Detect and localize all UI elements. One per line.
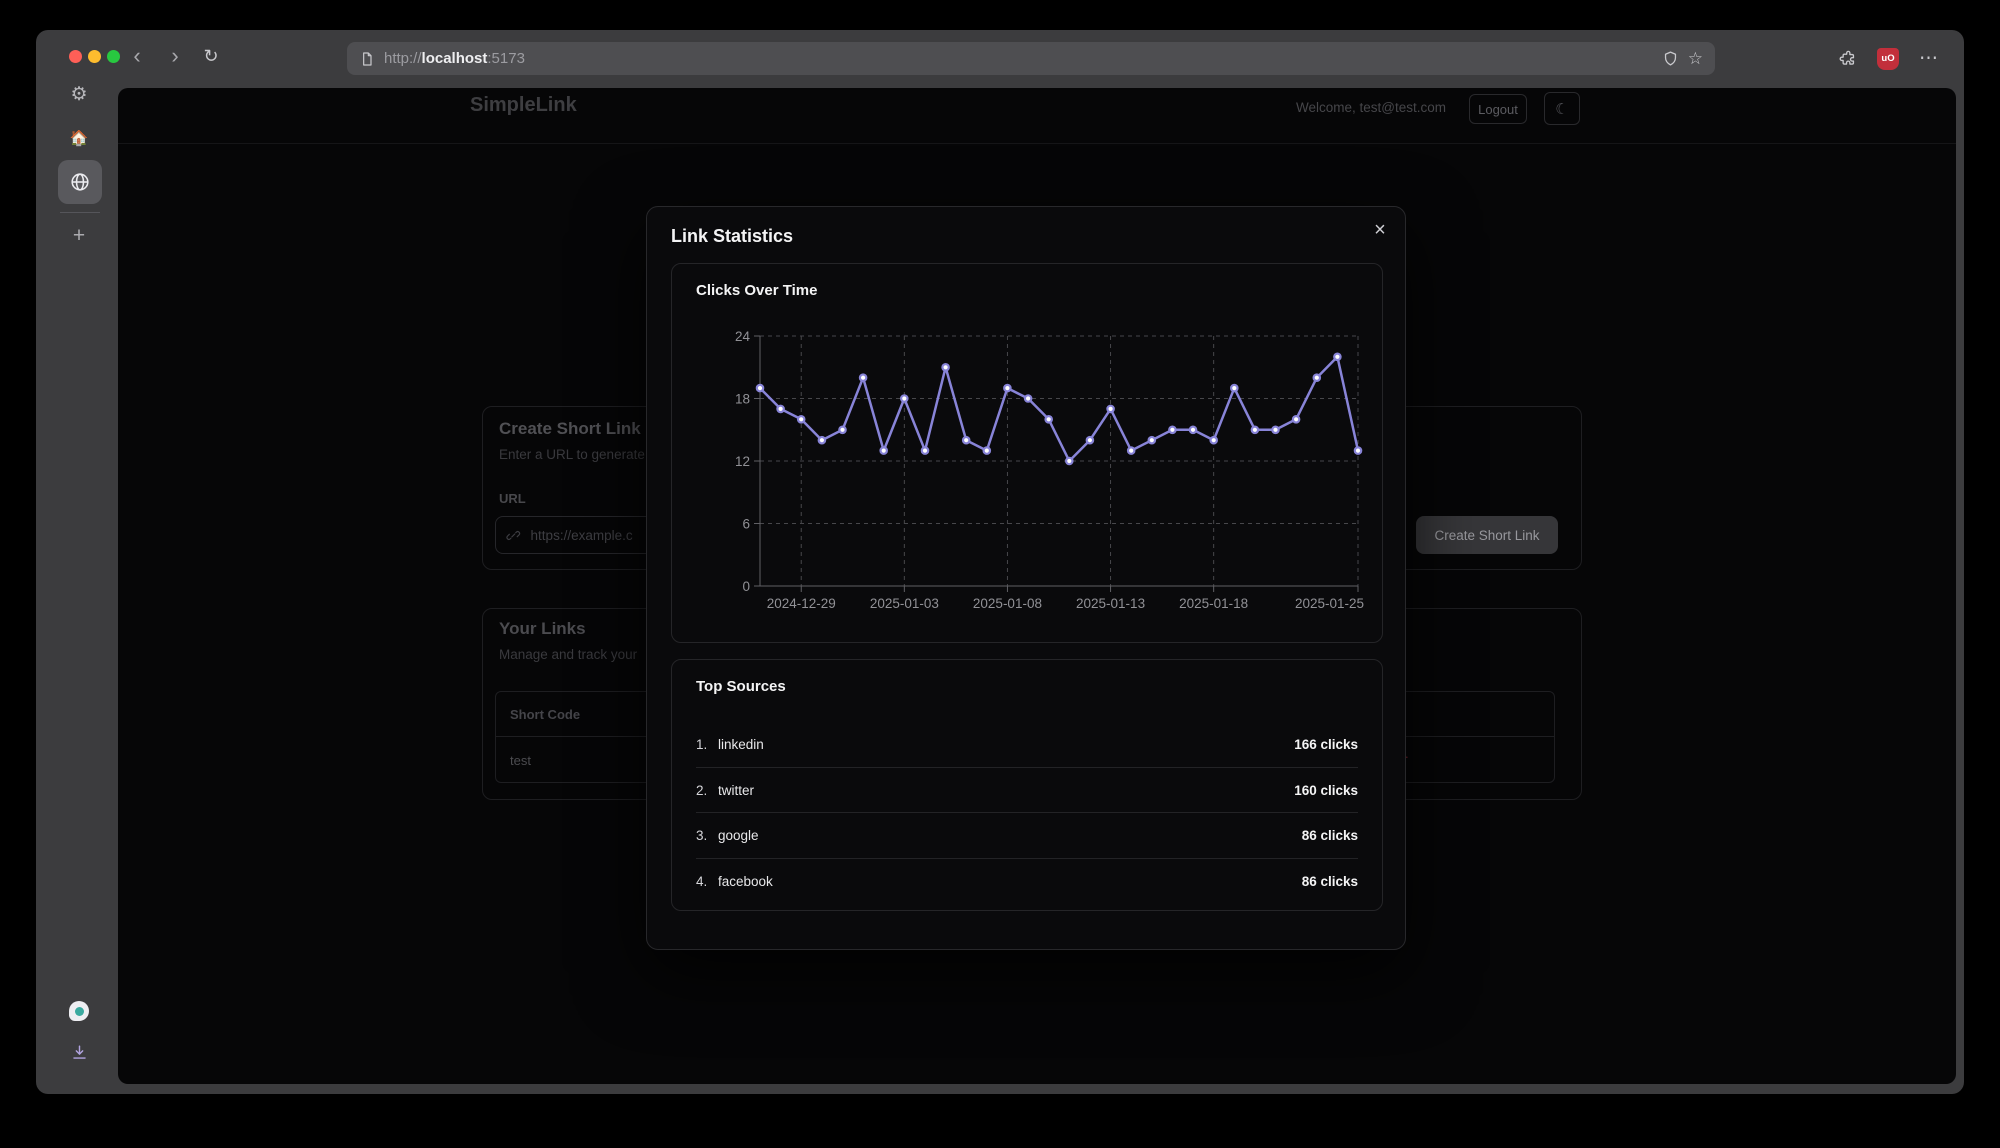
source-row: 1. linkedin 166 clicks: [696, 722, 1358, 768]
source-row: 2. twitter 160 clicks: [696, 768, 1358, 814]
source-row: 4. facebook 86 clicks: [696, 859, 1358, 904]
source-clicks: 86 clicks: [1302, 828, 1358, 843]
welcome-text: Welcome, test@test.com: [1296, 100, 1446, 115]
browser-window: ‹ › ↻ http://localhost:5173 ☆ uO ⋯ ⚙ 🏠 +: [36, 30, 1964, 1094]
extensions-puzzle-icon[interactable]: [1838, 49, 1857, 68]
svg-text:6: 6: [742, 517, 750, 532]
source-clicks: 166 clicks: [1294, 737, 1358, 752]
window-minimize-button[interactable]: [88, 50, 101, 63]
svg-text:2025-01-03: 2025-01-03: [870, 596, 939, 611]
theme-moon-button[interactable]: ☾: [1544, 92, 1580, 125]
downloads-icon[interactable]: [66, 1039, 92, 1065]
source-rank: 2.: [696, 783, 718, 798]
sidebar-divider: [60, 212, 100, 213]
url-text: http://localhost:5173: [384, 50, 525, 67]
page-content: SimpleLink Welcome, test@test.com Logout…: [118, 88, 1956, 1084]
clicks-chart-svg[interactable]: 0 6 12 18 24 2024-12-29 2025-01-03 2025-01-08 20…: [672, 264, 1382, 624]
bookmark-star-icon[interactable]: ☆: [1688, 49, 1703, 69]
settings-gear-icon[interactable]: ⚙: [66, 81, 92, 107]
logout-button[interactable]: Logout: [1469, 94, 1527, 124]
source-clicks: 86 clicks: [1302, 874, 1358, 889]
top-sources-card: Top Sources 1. linkedin 166 clicks 2. tw…: [671, 659, 1383, 911]
source-name: twitter: [718, 783, 754, 798]
svg-text:18: 18: [735, 392, 750, 407]
active-tab-globe[interactable]: [58, 160, 102, 204]
source-rank: 3.: [696, 828, 718, 843]
menu-dots-icon[interactable]: ⋯: [1919, 47, 1938, 70]
app-header: SimpleLink Welcome, test@test.com Logout…: [118, 88, 1956, 144]
back-button[interactable]: ‹: [124, 42, 150, 70]
create-card-title: Create Short Link: [499, 419, 641, 439]
source-clicks: 160 clicks: [1294, 783, 1358, 798]
page-icon: [359, 51, 375, 67]
browser-sidebar: ⚙ 🏠 +: [36, 78, 120, 1094]
svg-text:12: 12: [735, 454, 750, 469]
window-zoom-button[interactable]: [107, 50, 120, 63]
svg-text:24: 24: [735, 329, 751, 344]
modal-title: Link Statistics: [671, 226, 793, 247]
source-row: 3. google 86 clicks: [696, 813, 1358, 859]
home-tab-icon[interactable]: 🏠: [66, 125, 92, 151]
source-name: linkedin: [718, 737, 764, 752]
reload-button[interactable]: ↻: [198, 42, 224, 70]
link-chain-icon: [506, 528, 521, 543]
short-code-cell: test: [510, 753, 531, 768]
url-bar[interactable]: http://localhost:5173 ☆: [347, 42, 1715, 75]
window-close-button[interactable]: [69, 50, 82, 63]
new-tab-plus-button[interactable]: +: [66, 223, 92, 249]
source-name: facebook: [718, 874, 773, 889]
link-statistics-modal: Link Statistics × Clicks Over Time 06121…: [646, 206, 1406, 950]
create-card-subtitle: Enter a URL to generate: [499, 447, 645, 462]
svg-text:2025-01-18: 2025-01-18: [1179, 596, 1248, 611]
brand-title: SimpleLink: [470, 94, 577, 117]
svg-text:2025-01-25: 2025-01-25: [1295, 596, 1364, 611]
forward-button[interactable]: ›: [162, 42, 188, 70]
source-name: google: [718, 828, 759, 843]
clicks-over-time-card: Clicks Over Time 061218242024-12-292025-…: [671, 263, 1383, 643]
create-short-link-button[interactable]: Create Short Link: [1416, 516, 1558, 554]
svg-text:0: 0: [742, 579, 750, 594]
url-field-label: URL: [499, 491, 526, 506]
svg-text:2024-12-29: 2024-12-29: [767, 596, 836, 611]
svg-text:2025-01-13: 2025-01-13: [1076, 596, 1145, 611]
adblock-badge[interactable]: uO: [1877, 48, 1899, 70]
svg-text:2025-01-08: 2025-01-08: [973, 596, 1042, 611]
workspace-pin-icon[interactable]: [66, 998, 92, 1024]
top-sources-list: 1. linkedin 166 clicks 2. twitter 160 cl…: [672, 722, 1382, 904]
shield-icon[interactable]: [1662, 50, 1679, 67]
links-card-title: Your Links: [499, 619, 586, 639]
source-rank: 1.: [696, 737, 718, 752]
close-icon[interactable]: ×: [1367, 216, 1393, 242]
source-rank: 4.: [696, 874, 718, 889]
top-sources-title: Top Sources: [696, 678, 786, 695]
globe-icon: [69, 171, 91, 193]
links-card-subtitle: Manage and track your: [499, 647, 637, 662]
